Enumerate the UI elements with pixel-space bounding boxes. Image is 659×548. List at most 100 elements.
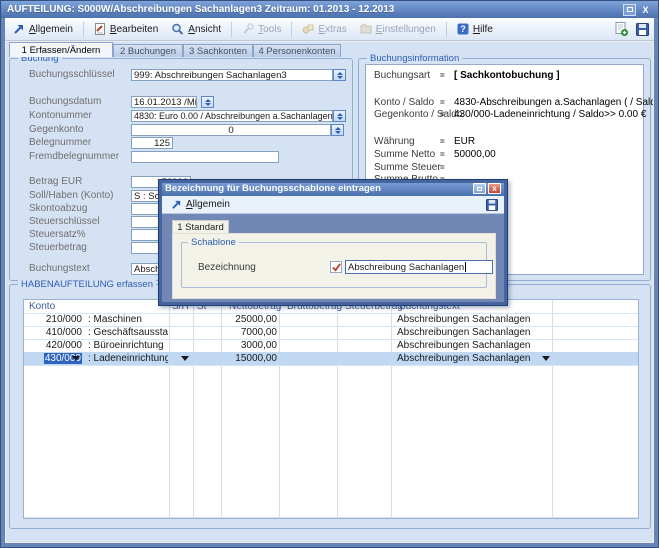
grid-line — [24, 517, 638, 518]
fremdbelegnummer-input[interactable] — [131, 151, 279, 163]
aufteilung-table[interactable]: KontoS/HStNettobetragBruttobetragSteuerb… — [23, 299, 639, 519]
title-bar[interactable]: AUFTEILUNG: S000W/Abschreibungen Sachanl… — [1, 1, 658, 18]
buchungsschluessel-combo[interactable]: 999: Abschreibungen Sachanlagen3 — [131, 69, 333, 81]
bezeichnung-label: Bezeichnung — [198, 262, 256, 273]
dialog-menu-allgemein[interactable]: Allgemein — [168, 197, 233, 212]
app-window: AUFTEILUNG: S000W/Abschreibungen Sachanl… — [0, 0, 659, 548]
netto-cell: 15000,00 — [221, 353, 277, 364]
kontonummer-combo[interactable]: 4830: Euro 0.00 / Abschreibungen a.Sacha… — [131, 110, 333, 122]
edit-check-icon[interactable] — [330, 261, 342, 273]
menu-toolbar: Allgemein Bearbeiten Ansicht Tools Extra… — [2, 18, 657, 41]
dialog-title: Bezeichnung für Buchungsschablone eintra… — [165, 183, 471, 194]
info-value: 4830-Abschreibungen a.Sachanlagen ( / Sa… — [454, 97, 659, 108]
table-row[interactable]: 420/000: Büroeinrichtung3000,00Abschreib… — [24, 339, 639, 352]
menu-hilfe[interactable]: ? Hilfe — [454, 21, 496, 37]
bezeichnung-row: Bezeichnung Abschreibung Sachanlagen — [182, 260, 486, 274]
info-value: 430/000-Ladeneinrichtung / Saldo>> 0.00 … — [454, 109, 646, 120]
info-label: Summe Netto — [374, 149, 435, 160]
restore-window-button[interactable] — [623, 4, 636, 16]
gegenkonto-combo[interactable]: 0 — [131, 124, 331, 136]
tab-sachkonten[interactable]: 3 Sachkonten — [183, 44, 253, 57]
table-row[interactable]: 410/000: Geschäftsausstat7000,00Abschrei… — [24, 326, 639, 339]
help-icon: ? — [457, 23, 469, 35]
dialog-title-bar[interactable]: Bezeichnung für Buchungsschablone eintra… — [160, 181, 506, 196]
buchungsschablone-dialog: Bezeichnung für Buchungsschablone eintra… — [158, 179, 508, 306]
steuersatz-label: Steuersatz% — [29, 229, 86, 240]
bezeichnung-input[interactable]: Abschreibung Sachanlagen — [345, 260, 493, 274]
info-label: Gegenkonto / Saldo — [374, 109, 462, 120]
kontonummer-label: Kontonummer — [29, 110, 92, 121]
toolbar-separator — [446, 22, 447, 37]
dialog-tab-standard[interactable]: 1 Standard — [172, 220, 229, 233]
dropdown-arrow-icon[interactable] — [542, 356, 550, 361]
schablone-group-title: Schablone — [188, 237, 239, 248]
spin-down-icon — [337, 76, 343, 79]
tab-personenkonten[interactable]: 4 Personenkonten — [253, 44, 341, 57]
soll-haben-label: Soll/Haben (Konto) — [29, 190, 114, 201]
menu-tools: Tools — [239, 21, 284, 37]
menu-einstellungen: Einstellungen — [357, 21, 439, 37]
save-button[interactable] — [636, 23, 649, 36]
dialog-close-button[interactable]: x — [488, 183, 501, 194]
equals-bullet-icon: = — [440, 71, 445, 80]
toolbar-separator — [291, 22, 292, 37]
info-row: Währung=EUR — [366, 136, 643, 148]
steuerbetrag-label: Steuerbetrag — [29, 242, 87, 253]
buchungsschluessel-spinner[interactable] — [333, 69, 346, 81]
equals-bullet-icon: = — [440, 163, 445, 172]
belegnummer-input[interactable]: 125 — [131, 137, 173, 149]
window-frame — [1, 18, 5, 547]
dialog-toolbar: Allgemein — [162, 196, 504, 214]
menu-ansicht[interactable]: Ansicht — [168, 21, 224, 37]
dropdown-arrow-icon[interactable] — [181, 356, 189, 361]
tab-erfassen-aendern[interactable]: 1 Erfassen/Ändern — [9, 42, 113, 57]
arrow-ne-icon — [171, 199, 182, 210]
netto-cell: 25000,00 — [221, 314, 277, 325]
info-row: Gegenkonto / Saldo=430/000-Ladeneinricht… — [366, 109, 643, 121]
buchungsdatum-spinner[interactable] — [201, 96, 214, 108]
spin-down-icon — [337, 117, 343, 120]
menu-extras: Extras — [299, 21, 349, 37]
konto-cell: 410/000 — [32, 327, 82, 338]
tab-buchungen[interactable]: 2 Buchungen — [113, 44, 183, 57]
netto-cell: 3000,00 — [221, 340, 277, 351]
table-row[interactable]: 430/000: Ladeneinrichtung15000,00Abschre… — [24, 352, 639, 365]
column-header[interactable]: Konto — [29, 301, 55, 312]
info-value: 50000,00 — [454, 149, 496, 160]
buchungstext-cell: Abschreibungen Sachanlagen — [397, 340, 547, 351]
betrag-eur-label: Betrag EUR — [29, 176, 82, 187]
edit-icon — [94, 23, 106, 35]
dropdown-arrow-icon[interactable] — [72, 356, 80, 361]
buchungsdatum-input[interactable]: 16.01.2013 /Mi — [131, 96, 197, 108]
bezeichnung-cell: : Ladeneinrichtung — [88, 353, 168, 364]
dialog-restore-button[interactable] — [473, 183, 486, 194]
new-document-button[interactable] — [614, 22, 628, 36]
wrench-icon — [242, 23, 254, 35]
netto-cell: 7000,00 — [221, 327, 277, 338]
menu-allgemein[interactable]: Allgemein — [10, 21, 76, 37]
bezeichnung-cell: : Geschäftsausstat — [88, 327, 168, 338]
menu-bearbeiten[interactable]: Bearbeiten — [91, 21, 161, 37]
spin-up-icon — [337, 113, 343, 116]
info-label: Konto / Saldo — [374, 97, 434, 108]
equals-bullet-icon: = — [440, 150, 445, 159]
info-label: Buchungsart — [374, 70, 430, 81]
buchungstext-cell: Abschreibungen Sachanlagen — [397, 314, 547, 325]
restore-icon — [627, 7, 633, 12]
buchungstext-cell: Abschreibungen Sachanlagen — [397, 353, 547, 364]
close-window-button[interactable]: X — [639, 4, 652, 16]
info-label: Summe Steuer — [374, 162, 441, 173]
table-row[interactable]: 210/000: Maschinen25000,00Abschreibungen… — [24, 313, 639, 326]
kontonummer-spinner[interactable] — [333, 110, 346, 122]
magnifier-icon — [171, 23, 184, 35]
skontoabzug-label: Skontoabzug — [29, 203, 87, 214]
konto-cell: 210/000 — [32, 314, 82, 325]
equals-bullet-icon: = — [440, 98, 445, 107]
gegenkonto-spinner[interactable] — [331, 124, 344, 136]
arrow-ne-icon — [13, 23, 25, 35]
dialog-save-button[interactable] — [486, 199, 498, 211]
bezeichnung-cell: : Büroeinrichtung — [88, 340, 168, 351]
restore-icon — [477, 187, 482, 191]
spin-up-icon — [335, 127, 341, 130]
grid-line — [24, 365, 638, 366]
